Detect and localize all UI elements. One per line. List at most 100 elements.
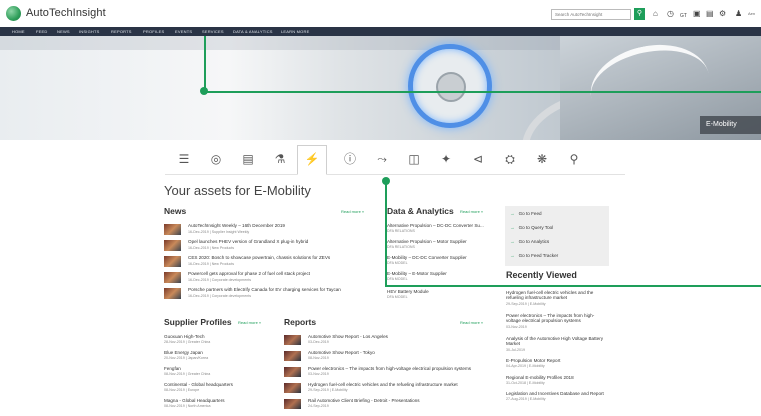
link-label[interactable]: Go to Feed — [519, 211, 542, 216]
brand-logo[interactable] — [6, 6, 21, 21]
recently-viewed-item[interactable]: Legislation and Incentives Database and … — [506, 391, 606, 401]
report-item[interactable]: Rail Automotive Client Briefing - Detroi… — [284, 398, 494, 412]
recently-viewed-item[interactable]: Regional E-mobility Profiles 2018 31-Oct… — [506, 375, 606, 385]
engine-icon[interactable]: ⛭ — [499, 149, 521, 169]
nav-insights[interactable]: INSIGHTS — [79, 29, 100, 34]
recently-viewed-item[interactable]: E-Propulsion Motor Report 04-Apr-2019 | … — [506, 358, 606, 368]
data-analytics-item[interactable]: HEV Battery Module DFA MODEL — [387, 289, 497, 299]
news-title[interactable]: CES 2020: Bosch to showcase powertrain, … — [188, 255, 330, 260]
globe-icon[interactable]: ◎ — [205, 149, 227, 169]
recently-viewed-item[interactable]: Hydrogen fuel-cell electric vehicles and… — [506, 290, 606, 306]
nav-data-analytics[interactable]: DATA & ANALYTICS — [233, 29, 273, 34]
supplier-profile-item[interactable]: Continental - Global headquarters 08-Nov… — [164, 382, 274, 392]
report-title[interactable]: Automotive Show Report - Los Angeles — [308, 334, 388, 339]
supplier-profile-name[interactable]: Fengfan — [164, 366, 274, 371]
news-title[interactable]: Opel launches PHEV version of Grandland … — [188, 239, 308, 244]
search-button[interactable]: ⚲ — [634, 8, 645, 20]
emobility-icon[interactable]: ⚡ — [297, 145, 327, 175]
report-title[interactable]: Automotive Show Report - Tokyo — [308, 350, 375, 355]
news-item[interactable]: CES 2020: Bosch to showcase powertrain, … — [164, 255, 374, 270]
report-item[interactable]: Automotive Show Report - Tokyo 08-Nov-20… — [284, 350, 494, 364]
supplier-profile-name[interactable]: Magna - Global Headquarters — [164, 398, 274, 403]
document-list-icon[interactable]: ▤ — [237, 149, 259, 169]
recently-viewed-item[interactable]: Power electronics – The impacts from hig… — [506, 313, 606, 329]
data-analytics-title[interactable]: HEV Battery Module — [387, 289, 497, 294]
report-item[interactable]: Power electronics – The impacts from hig… — [284, 366, 494, 380]
news-title[interactable]: Porsche partners with Electrify Canada f… — [188, 287, 341, 292]
brand-name[interactable]: AutoTechInsight — [26, 7, 106, 19]
data-analytics-item[interactable]: E-Mobility – E-Motor Supplier DFA MODEL — [387, 271, 497, 281]
battery-icon[interactable]: ◫ — [403, 149, 425, 169]
data-analytics-title[interactable]: E-Mobility – E-Motor Supplier — [387, 271, 497, 276]
data-analytics-meta: DFA RELATIONS — [387, 229, 415, 233]
go-to-feed-link[interactable]: → Go to Feed — [510, 211, 542, 216]
nav-profiles[interactable]: PROFILES — [143, 29, 164, 34]
news-read-more-link[interactable]: Read more » — [341, 209, 364, 214]
link-label[interactable]: Go to Feed Tracker — [519, 253, 559, 258]
wheel-icon[interactable]: ❋ — [531, 149, 553, 169]
supplier-profile-item[interactable]: Blue Energy Japan 20-Nov-2019 | Japan/Ko… — [164, 350, 274, 360]
data-analytics-title[interactable]: Alternative Propulsion – DC-DC Converter… — [387, 223, 497, 228]
home-icon[interactable]: ⌂ — [653, 9, 658, 19]
news-item[interactable]: Powercell gets approval for phase 2 of f… — [164, 271, 374, 286]
data-analytics-read-more-link[interactable]: Read more » — [460, 209, 483, 214]
report-item[interactable]: Automotive Show Report - Los Angeles 03-… — [284, 334, 494, 348]
recently-viewed-item[interactable]: Analysis of the Automotive High Voltage … — [506, 336, 606, 352]
gear-icon[interactable]: ⚙ — [719, 9, 726, 19]
report-title[interactable]: Power electronics – The impacts from hig… — [308, 366, 471, 371]
user-name[interactable]: Aen — [748, 11, 755, 16]
recently-viewed-item-title[interactable]: Regional E-mobility Profiles 2018 — [506, 375, 606, 380]
screen-icon[interactable]: ▣ — [693, 9, 701, 19]
document-icon[interactable]: ▤ — [706, 9, 714, 19]
go-to-analytics-link[interactable]: → Go to Analytics — [510, 239, 549, 244]
info-icon[interactable]: ⓘ — [339, 149, 361, 169]
seat-side-icon[interactable]: ⤳ — [371, 149, 393, 169]
go-to-feed-tracker-link[interactable]: → Go to Feed Tracker — [510, 253, 558, 258]
data-analytics-item[interactable]: Alternative Propulsion – DC-DC Converter… — [387, 223, 497, 233]
supplier-profiles-read-more-link[interactable]: Read more » — [238, 320, 261, 325]
supplier-profile-item[interactable]: Guoxuan High-Tech 28-Nov-2019 | Greater … — [164, 334, 274, 344]
recently-viewed-item-title[interactable]: Hydrogen fuel-cell electric vehicles and… — [506, 290, 606, 301]
link-label[interactable]: Go to Query Tool — [519, 225, 554, 230]
data-analytics-title[interactable]: Alternative Propulsion – Motor Supplier — [387, 239, 497, 244]
person-icon[interactable]: ♟ — [735, 9, 742, 19]
nav-services[interactable]: SERVICES — [202, 29, 224, 34]
news-title[interactable]: AutoTechInsight Weekly – 16th December 2… — [188, 223, 285, 228]
supplier-profile-name[interactable]: Blue Energy Japan — [164, 350, 274, 355]
nav-news[interactable]: NEWS — [57, 29, 70, 34]
supplier-profile-item[interactable]: Fengfan 08-Nov-2019 | Greater China — [164, 366, 274, 376]
nav-events[interactable]: EVENTS — [175, 29, 192, 34]
data-analytics-item[interactable]: E-Mobility – DC-DC Converter Supplier DF… — [387, 255, 497, 265]
news-item[interactable]: AutoTechInsight Weekly – 16th December 2… — [164, 223, 374, 238]
news-item[interactable]: Opel launches PHEV version of Grandland … — [164, 239, 374, 254]
wiper-icon[interactable]: ⊲ — [467, 149, 489, 169]
reports-read-more-link[interactable]: Read more » — [460, 320, 483, 325]
data-analytics-title[interactable]: E-Mobility – DC-DC Converter Supplier — [387, 255, 497, 260]
search-input[interactable] — [551, 9, 631, 20]
history-icon[interactable]: ◷ — [667, 9, 674, 19]
nav-feed[interactable]: FEED — [36, 29, 47, 34]
supplier-profile-item[interactable]: Magna - Global Headquarters 08-Nov-2019 … — [164, 398, 274, 408]
recently-viewed-item-title[interactable]: E-Propulsion Motor Report — [506, 358, 606, 363]
report-item[interactable]: Hydrogen fuel-cell electric vehicles and… — [284, 382, 494, 396]
go-to-query-tool-link[interactable]: → Go to Query Tool — [510, 225, 553, 230]
nav-learn-more[interactable]: LEARN MORE — [281, 29, 309, 34]
menu-icon[interactable]: ☰ — [173, 149, 195, 169]
user-icon[interactable]: GT — [680, 11, 687, 21]
nav-home[interactable]: HOME — [12, 29, 25, 34]
report-title[interactable]: Rail Automotive Client Briefing - Detroi… — [308, 398, 420, 403]
supplier-profile-name[interactable]: Continental - Global headquarters — [164, 382, 274, 387]
report-title[interactable]: Hydrogen fuel-cell electric vehicles and… — [308, 382, 458, 387]
supplier-profile-name[interactable]: Guoxuan High-Tech — [164, 334, 274, 339]
link-label[interactable]: Go to Analytics — [519, 239, 550, 244]
nav-reports[interactable]: REPORTS — [111, 29, 132, 34]
network-icon[interactable]: ✦ — [435, 149, 457, 169]
recently-viewed-item-title[interactable]: Legislation and Incentives Database and … — [506, 391, 606, 396]
recently-viewed-item-title[interactable]: Power electronics – The impacts from hig… — [506, 313, 606, 324]
recently-viewed-item-title[interactable]: Analysis of the Automotive High Voltage … — [506, 336, 606, 347]
spark-plug-icon[interactable]: ⚲ — [563, 149, 585, 169]
news-title[interactable]: Powercell gets approval for phase 2 of f… — [188, 271, 310, 276]
seat-icon[interactable]: ⚗ — [269, 149, 291, 169]
data-analytics-item[interactable]: Alternative Propulsion – Motor Supplier … — [387, 239, 497, 249]
news-item[interactable]: Porsche partners with Electrify Canada f… — [164, 287, 374, 302]
